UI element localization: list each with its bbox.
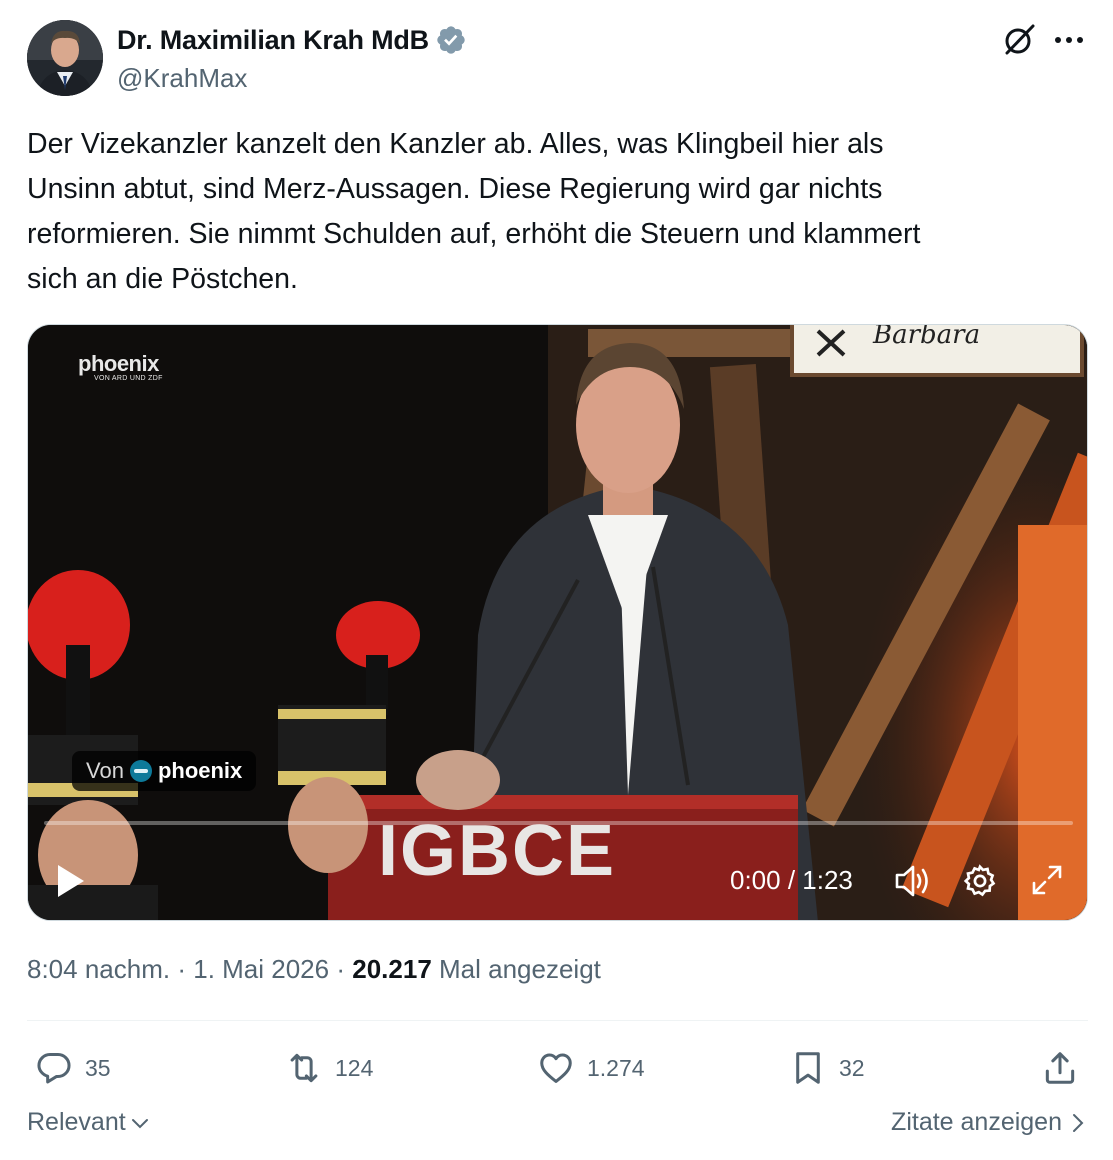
- sort-dropdown[interactable]: Relevant: [27, 1108, 150, 1137]
- divider: [27, 1020, 1088, 1021]
- source-attribution[interactable]: Von phoenix: [72, 751, 257, 791]
- display-name[interactable]: Dr. Maximilian Krah MdB: [117, 25, 429, 56]
- like-count: 1.274: [587, 1054, 645, 1081]
- play-icon[interactable]: [52, 861, 88, 901]
- video-progress-bar[interactable]: [44, 821, 1073, 825]
- tweet-text: Der Vizekanzler kanzelt den Kanzler ab. …: [27, 128, 921, 295]
- meta-separator: ·: [177, 954, 186, 984]
- quotes-label: Zitate anzeigen: [891, 1108, 1062, 1136]
- like-button[interactable]: 1.274: [537, 1040, 645, 1096]
- channel-logo-subtext: VON ARD UND ZDF: [94, 375, 163, 382]
- fullscreen-icon[interactable]: [1030, 863, 1064, 897]
- video-controls: 0:00 / 1:23: [28, 851, 1087, 911]
- gear-icon[interactable]: [962, 863, 998, 899]
- chevron-down-icon: [131, 1118, 148, 1128]
- repost-icon: [290, 1053, 318, 1083]
- repost-count: 124: [335, 1054, 374, 1081]
- sort-label: Relevant: [27, 1108, 126, 1136]
- share-icon: [1045, 1052, 1075, 1084]
- verified-badge-icon[interactable]: [435, 24, 467, 56]
- bookmark-icon: [796, 1052, 820, 1084]
- tweet-header: Dr. Maximilian Krah MdB @KrahMax: [27, 20, 1087, 100]
- tweet-time[interactable]: 8:04 nachm.: [27, 954, 170, 984]
- chevron-right-icon: [1073, 1113, 1084, 1132]
- views-count: 20.217: [352, 954, 432, 984]
- views-label: Mal angezeigt: [439, 954, 601, 984]
- handle[interactable]: @KrahMax: [117, 63, 247, 94]
- share-button[interactable]: [1041, 1040, 1079, 1096]
- volume-icon[interactable]: [894, 863, 932, 899]
- more-icon[interactable]: [1051, 22, 1087, 58]
- view-quotes-link[interactable]: Zitate anzeigen: [891, 1108, 1086, 1137]
- video-frame: Barbara IGBCE: [28, 325, 1087, 920]
- sign-text: Barbara: [872, 325, 980, 350]
- source-name[interactable]: phoenix: [158, 758, 242, 784]
- action-bar: 35 124 1.274 32: [27, 1040, 1088, 1096]
- bookmark-count: 32: [839, 1054, 865, 1081]
- heart-icon: [540, 1053, 572, 1083]
- tweet-date[interactable]: 1. Mai 2026: [193, 954, 329, 984]
- video-time: 0:00 / 1:23: [730, 865, 853, 895]
- video-player[interactable]: Barbara IGBCE phoenix VON ARD UND ZDF Vo…: [27, 324, 1088, 921]
- bookmark-button[interactable]: 32: [789, 1040, 865, 1096]
- reply-button[interactable]: 35: [35, 1040, 111, 1096]
- channel-logo: phoenix VON ARD UND ZDF: [78, 351, 163, 382]
- source-prefix: Von: [86, 758, 124, 783]
- meta-separator: ·: [336, 954, 346, 984]
- channel-logo-text: phoenix: [78, 351, 159, 376]
- avatar[interactable]: [27, 20, 103, 96]
- reply-icon: [37, 1053, 71, 1084]
- grok-icon[interactable]: [1001, 22, 1037, 58]
- tweet-meta: 8:04 nachm. · 1. Mai 2026 · 20.217 Mal a…: [27, 954, 601, 985]
- source-logo-icon: [129, 760, 152, 782]
- repost-button[interactable]: 124: [285, 1040, 373, 1096]
- reply-count: 35: [85, 1054, 111, 1081]
